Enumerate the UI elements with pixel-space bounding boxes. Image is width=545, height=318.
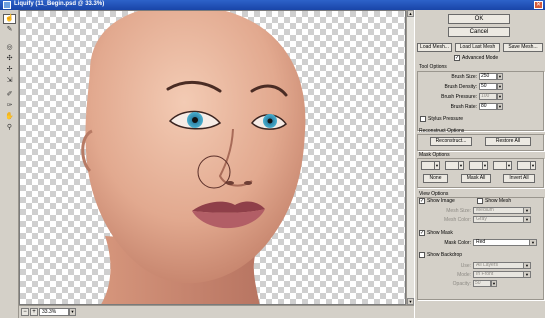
advanced-mode-label: Advanced Mode	[462, 55, 499, 61]
opacity-field[interactable]: 50	[473, 280, 491, 287]
mode-value: In Front	[476, 271, 494, 277]
add-to-selection-icon[interactable]	[445, 161, 459, 170]
forward-warp-tool-icon[interactable]: ☝	[3, 14, 16, 24]
subtract-from-selection-dropdown-icon[interactable]: ▼	[483, 161, 488, 170]
app-icon	[3, 1, 11, 9]
advanced-mode-checkbox[interactable]: ✓	[454, 55, 460, 61]
zoom-level-field[interactable]: 33.3%	[39, 308, 69, 316]
window-title: Liquify (11_Begin.psd @ 33.3%)	[14, 1, 105, 7]
hand-tool-icon[interactable]: ✋	[3, 112, 16, 122]
mask-color-select[interactable]: Red ▼	[473, 239, 537, 246]
use-dropdown-icon[interactable]: ▼	[523, 263, 530, 268]
mesh-color-label: Mesh Color:	[444, 217, 471, 223]
stylus-pressure-checkbox[interactable]	[420, 116, 426, 122]
mask-all-button[interactable]: Mask All	[461, 174, 491, 183]
mask-color-dropdown-icon[interactable]: ▼	[529, 240, 536, 245]
zoom-out-button[interactable]: −	[21, 308, 29, 316]
add-to-selection-dropdown-icon[interactable]: ▼	[459, 161, 464, 170]
mesh-size-dropdown-icon[interactable]: ▼	[523, 208, 530, 213]
opacity-dropdown-icon[interactable]: ▼	[491, 280, 497, 287]
bloat-tool-icon[interactable]: ✢	[3, 65, 16, 75]
thaw-mask-tool-icon[interactable]: ✑	[3, 101, 16, 111]
subtract-from-selection-icon[interactable]	[469, 161, 483, 170]
push-left-tool-icon[interactable]: ⇲	[3, 76, 16, 86]
scroll-up-icon[interactable]: ▲	[407, 10, 414, 17]
tool-options-group	[417, 71, 544, 131]
brush-density-label: Brush Density:	[444, 84, 477, 90]
intersect-selection-icon[interactable]	[493, 161, 507, 170]
load-mesh-button[interactable]: Load Mesh...	[417, 43, 452, 52]
mesh-size-value: Medium	[476, 207, 494, 213]
brush-size-label: Brush Size:	[451, 74, 477, 80]
show-mesh-label: Show Mesh	[485, 198, 512, 204]
tool-options-title: Tool Options	[419, 64, 447, 70]
tool-palette: ☝ ✎ ◎ ✣ ✢ ⇲ ✐ ✑ ✋ ⚲	[0, 10, 19, 318]
replace-selection-dropdown-icon[interactable]: ▼	[435, 161, 440, 170]
use-label: Use:	[460, 263, 471, 269]
portrait-image	[81, 11, 306, 304]
zoom-tool-icon[interactable]: ⚲	[3, 123, 16, 133]
mask-color-value: Red	[476, 239, 486, 245]
brush-pressure-field[interactable]: 100	[479, 93, 497, 100]
right-pupil	[267, 118, 273, 124]
brush-pressure-label: Brush Pressure:	[441, 94, 477, 100]
options-panel: OK Cancel Load Mesh... Load Last Mesh Sa…	[414, 10, 545, 318]
window-titlebar: Liquify (11_Begin.psd @ 33.3%) ✕	[0, 0, 545, 10]
show-image-label: Show Image	[427, 198, 455, 204]
show-backdrop-checkbox[interactable]	[419, 252, 425, 258]
ok-button[interactable]: OK	[448, 14, 510, 24]
brush-pressure-dropdown-icon[interactable]: ▼	[497, 93, 503, 100]
show-backdrop-label: Show Backdrop	[427, 252, 463, 258]
head-shape	[85, 11, 306, 284]
load-last-mesh-button[interactable]: Load Last Mesh	[455, 43, 500, 52]
replace-selection-icon[interactable]	[421, 161, 435, 170]
mode-label: Mode:	[457, 272, 471, 278]
cancel-button[interactable]: Cancel	[448, 27, 510, 37]
mesh-size-label: Mesh Size:	[446, 208, 471, 214]
freeze-mask-tool-icon[interactable]: ✐	[3, 90, 16, 100]
brush-size-dropdown-icon[interactable]: ▼	[497, 73, 503, 80]
zoom-in-button[interactable]: +	[30, 308, 38, 316]
intersect-selection-dropdown-icon[interactable]: ▼	[507, 161, 512, 170]
mode-dropdown-icon[interactable]: ▼	[523, 272, 530, 277]
show-mesh-checkbox[interactable]	[477, 198, 483, 204]
twirl-tool-icon[interactable]: ◎	[3, 43, 16, 53]
brush-density-field[interactable]: 50	[479, 83, 497, 90]
preview-canvas[interactable]	[19, 10, 406, 305]
invert-selection-dropdown-icon[interactable]: ▼	[531, 161, 536, 170]
right-nostril	[244, 181, 252, 185]
show-mask-checkbox[interactable]: ✓	[419, 230, 425, 236]
scroll-down-icon[interactable]: ▼	[407, 298, 414, 305]
use-value: All Layers	[476, 262, 498, 268]
mesh-color-select[interactable]: Gray ▼	[473, 216, 531, 223]
show-mask-label: Show Mask	[427, 230, 453, 236]
mode-select[interactable]: In Front ▼	[473, 271, 531, 278]
mesh-color-value: Gray	[476, 216, 487, 222]
brush-density-dropdown-icon[interactable]: ▼	[497, 83, 503, 90]
left-pupil	[192, 117, 198, 123]
zoom-bar: − + 33.3% ▼	[19, 305, 414, 318]
vertical-scrollbar[interactable]: ▲ ▼	[406, 10, 414, 305]
pucker-tool-icon[interactable]: ✣	[3, 54, 16, 64]
reconstruct-button[interactable]: Reconstruct...	[430, 137, 472, 146]
invert-selection-icon[interactable]	[517, 161, 531, 170]
restore-all-button[interactable]: Restore All	[485, 137, 531, 146]
brush-size-field[interactable]: 250	[479, 73, 497, 80]
brush-rate-dropdown-icon[interactable]: ▼	[497, 103, 503, 110]
stylus-pressure-label: Stylus Pressure	[428, 116, 464, 122]
show-image-checkbox[interactable]: ✓	[419, 198, 425, 204]
brush-rate-label: Brush Rate:	[450, 104, 477, 110]
mask-none-button[interactable]: None	[423, 174, 448, 183]
save-mesh-button[interactable]: Save Mesh...	[503, 43, 543, 52]
mask-color-label: Mask Color:	[444, 240, 471, 246]
mesh-size-select[interactable]: Medium ▼	[473, 207, 531, 214]
mesh-color-dropdown-icon[interactable]: ▼	[523, 217, 530, 222]
brush-rate-field[interactable]: 80	[479, 103, 497, 110]
zoom-dropdown-icon[interactable]: ▼	[69, 308, 76, 316]
reconstruct-tool-icon[interactable]: ✎	[3, 25, 16, 35]
close-icon[interactable]: ✕	[534, 1, 543, 9]
use-select[interactable]: All Layers ▼	[473, 262, 531, 269]
invert-all-button[interactable]: Invert All	[503, 174, 535, 183]
opacity-label: Opacity:	[452, 281, 471, 287]
